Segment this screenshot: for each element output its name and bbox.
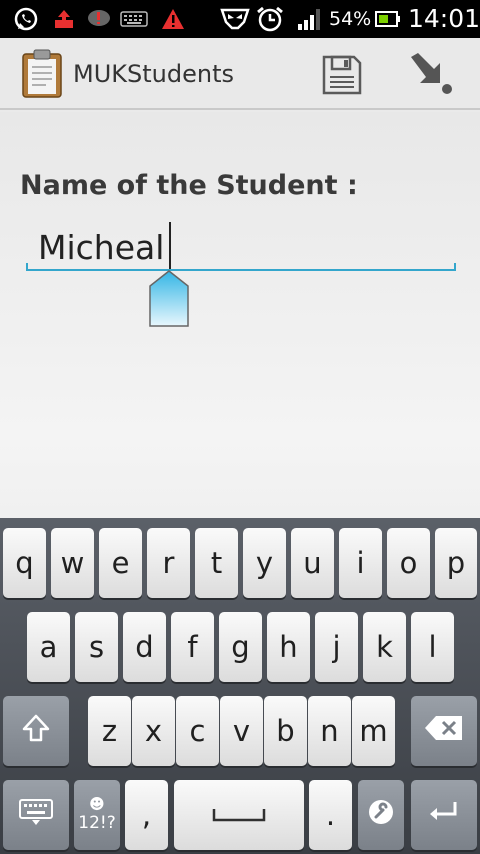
key-t[interactable]: t [195,528,238,598]
whatsapp-icon [12,7,40,31]
action-bar: MUKStudents [0,38,480,110]
status-bar: 54% 14:01 [0,0,480,38]
key-b[interactable]: b [264,696,307,766]
form-area: Name of the Student : Micheal [0,112,480,518]
key-z[interactable]: z [88,696,131,766]
tools-key[interactable] [358,780,404,850]
enter-key[interactable] [411,780,477,850]
clipboard-app-icon[interactable] [20,49,64,103]
keyboard-icon [18,798,54,833]
save-icon[interactable] [322,55,362,99]
key-k[interactable]: k [363,612,406,682]
input-underline [26,263,456,271]
space-key[interactable] [174,780,304,850]
key-u[interactable]: u [291,528,334,598]
soft-keyboard: q w e r t y u i o p a s d f g h j k l z … [0,518,480,854]
backspace-key[interactable] [411,696,477,766]
keyboard-icon [120,8,148,30]
key-i[interactable]: i [339,528,382,598]
keyboard-settings-key[interactable] [3,780,69,850]
battery-icon [375,8,401,30]
key-h[interactable]: h [267,612,310,682]
period-key[interactable]: . [309,780,352,850]
key-g[interactable]: g [219,612,262,682]
key-l[interactable]: l [411,612,454,682]
space-icon [212,798,266,832]
key-d[interactable]: d [123,612,166,682]
student-name-label: Name of the Student : [20,170,358,201]
text-cursor [169,222,171,270]
wrench-icon [367,798,395,833]
symbols-key-label: 12!? [78,813,116,833]
alarm-icon [256,6,284,32]
upload-alert-icon [52,8,76,30]
key-x[interactable]: x [132,696,175,766]
key-s[interactable]: s [75,612,118,682]
comma-key[interactable]: , [125,780,168,850]
key-a[interactable]: a [27,612,70,682]
symbols-key[interactable]: ☻ 12!? [74,780,120,850]
shift-key[interactable] [3,696,69,766]
key-v[interactable]: v [220,696,263,766]
key-w[interactable]: w [51,528,94,598]
backspace-icon [424,714,464,749]
key-r[interactable]: r [147,528,190,598]
download-icon[interactable] [408,52,454,100]
app-title: MUKStudents [73,60,234,88]
key-c[interactable]: c [176,696,219,766]
battery-percent: 54% [329,8,372,30]
emoji-icon: ☻ [89,795,105,813]
enter-icon [428,798,460,832]
student-name-value: Micheal [38,228,165,267]
key-j[interactable]: j [315,612,358,682]
key-q[interactable]: q [3,528,46,598]
key-e[interactable]: e [99,528,142,598]
key-f[interactable]: f [171,612,214,682]
text-selection-handle[interactable] [148,270,190,328]
signal-icon [296,8,322,30]
warning-icon [160,8,186,30]
key-n[interactable]: n [308,696,351,766]
shift-icon [21,713,51,750]
key-o[interactable]: o [387,528,430,598]
mask-icon [220,8,250,30]
key-m[interactable]: m [352,696,395,766]
key-y[interactable]: y [243,528,286,598]
chat-alert-icon [86,8,112,30]
student-name-input[interactable]: Micheal [26,218,456,276]
clock: 14:01 [408,4,480,33]
key-p[interactable]: p [435,528,477,598]
